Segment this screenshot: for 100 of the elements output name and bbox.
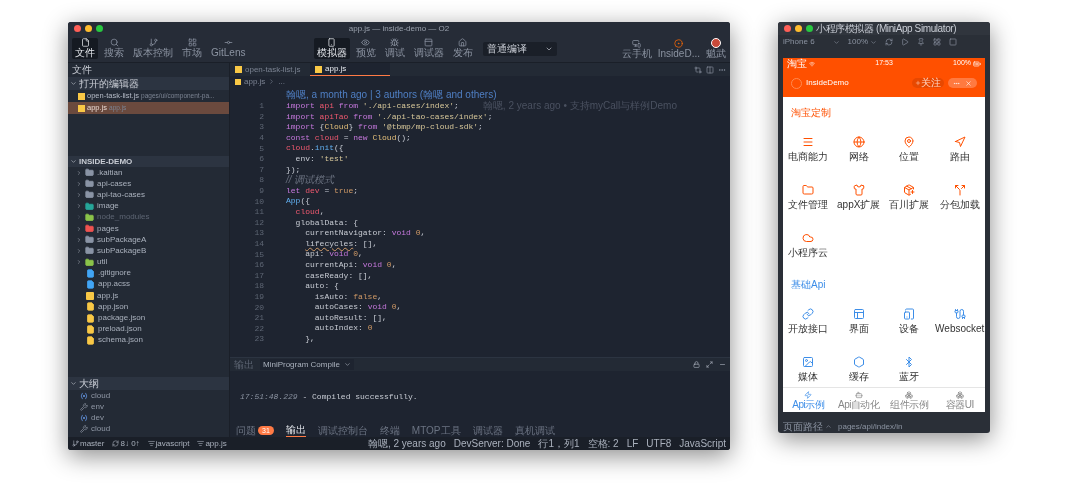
file-tree-item[interactable]: .gitignore (68, 267, 229, 279)
device-dropdown[interactable]: iPhone 6 (783, 36, 840, 48)
file-tree-item[interactable]: api-tao-cases (68, 189, 229, 201)
close-button[interactable] (74, 25, 81, 32)
file-tree-item[interactable]: subPackageB (68, 245, 229, 257)
file-name: pages (97, 222, 119, 235)
toolbar-button[interactable]: 调试 (381, 38, 408, 59)
file-tree-item[interactable]: .kaitian (68, 167, 229, 179)
toolbar-button[interactable]: 调试器 (410, 38, 447, 59)
compare-icon[interactable] (694, 66, 702, 74)
status-item[interactable]: 翰嗯, 2 years ago (367, 438, 446, 449)
status-item[interactable]: DevServer: Done (453, 438, 531, 449)
branch-status[interactable]: master (72, 439, 105, 448)
api-tile[interactable]: 开放接口 (783, 297, 834, 345)
api-tile[interactable]: 界面 (833, 297, 884, 345)
close-button[interactable] (784, 25, 791, 32)
file-tree-item[interactable]: pages (68, 222, 229, 235)
zoom-button[interactable] (806, 25, 813, 32)
zoom-dropdown[interactable]: 100% (847, 36, 878, 48)
tab-bar-item[interactable]: 组件示例 (884, 388, 935, 412)
file-tree-item[interactable]: app.js (68, 290, 229, 302)
file-tree-item[interactable]: package.json (68, 312, 229, 324)
play-icon[interactable] (901, 38, 910, 46)
file-tree-item[interactable]: preload.json (68, 323, 229, 335)
refresh-icon[interactable] (885, 38, 894, 46)
api-tile[interactable]: 设备 (884, 297, 935, 345)
api-tile[interactable]: appX扩展 (833, 173, 884, 221)
toolbar-button[interactable]: GitLens (208, 38, 249, 59)
breadcrumb-item[interactable]: ... (278, 75, 286, 88)
toolbar-button[interactable]: 版本控制 (130, 38, 176, 59)
file-tree-item[interactable]: api-cases (68, 178, 229, 190)
log-line: 17:51:48.229 - Compiled successfully. (240, 392, 418, 401)
status-item[interactable]: UTF8 (646, 438, 672, 449)
file-name: schema.json (98, 334, 143, 347)
split-editor-icon[interactable] (706, 66, 714, 74)
tab-bar-item[interactable]: 容器UI (934, 388, 985, 412)
status-item[interactable]: 行1，列1 (538, 438, 580, 449)
compile-mode-dropdown[interactable]: 普通编译 (482, 41, 557, 56)
grid-icon[interactable] (933, 38, 942, 46)
language-status[interactable]: javascript (147, 439, 190, 448)
api-tile[interactable]: 百川扩展 (884, 173, 935, 221)
toolbar-button[interactable]: InsideD... (657, 38, 700, 60)
editor-tab[interactable]: app.js (310, 63, 390, 76)
toolbar-button[interactable]: 预览 (352, 38, 379, 59)
minimize-button[interactable] (795, 25, 802, 32)
section-header[interactable]: INSIDE-DEMO (68, 156, 229, 167)
api-tile[interactable]: 媒体 (783, 345, 834, 387)
blame-annotation[interactable]: 翰嗯, a month ago | 3 authors (翰嗯 and others) (286, 89, 497, 101)
api-tile[interactable]: 路由 (934, 125, 985, 173)
tab-bar-item[interactable]: Api自动化 (833, 388, 884, 412)
window-icon[interactable] (949, 38, 958, 46)
list-icon (197, 440, 205, 447)
toolbar-button[interactable]: 文件 (72, 38, 98, 59)
breadcrumb-item[interactable]: app.js (244, 75, 266, 88)
api-tile[interactable]: 小程序云 (783, 221, 834, 269)
api-tile[interactable]: 分包加载 (934, 173, 985, 221)
sync-status[interactable]: 8↓ 0↑ (112, 439, 140, 448)
lock-icon[interactable] (693, 361, 700, 368)
more-icon[interactable] (718, 66, 726, 74)
code-line: // 调试模式 (286, 174, 335, 187)
api-tile[interactable]: 网络 (833, 125, 884, 173)
status-item[interactable]: LF (626, 438, 639, 449)
toolbar-button[interactable]: 魈武 (706, 37, 726, 60)
api-tile[interactable]: 位置 (884, 125, 935, 173)
outline-item[interactable]: cloud (68, 390, 229, 401)
minimize-icon[interactable] (719, 361, 726, 368)
zoom-button[interactable] (96, 25, 103, 32)
api-tile[interactable]: Websocket (934, 297, 985, 345)
file-tree-item[interactable]: app.acss (68, 278, 229, 291)
minimize-button[interactable] (85, 25, 92, 32)
outline-item[interactable]: env (68, 401, 229, 412)
file-tree-item[interactable]: app.json (68, 301, 229, 313)
maximize-icon[interactable] (706, 361, 713, 368)
toolbar-button[interactable]: 发布 (449, 38, 476, 59)
file-tree-item[interactable]: util (68, 256, 229, 268)
toolbar-button[interactable]: 市场 (179, 38, 205, 59)
outline-item[interactable]: dev (68, 412, 229, 423)
api-tile[interactable]: 缓存 (833, 345, 884, 387)
section-header[interactable]: 大纲 (68, 377, 229, 390)
toolbar-button[interactable]: 搜索 (101, 38, 127, 59)
code-line: autoResult: [], (313, 312, 387, 324)
channel-dropdown[interactable]: MiniProgram Compile (260, 359, 354, 370)
tab-bar-item[interactable]: Api示例 (783, 388, 834, 412)
api-tile[interactable]: 蓝牙 (884, 345, 935, 387)
file-tree-item[interactable]: image (68, 200, 229, 212)
editor-tab[interactable]: open-task-list.js (230, 63, 310, 76)
status-item[interactable]: 空格: 2 (587, 438, 619, 449)
toolbar-button[interactable]: 模拟器 (313, 38, 350, 59)
status-item[interactable]: JavaScript (679, 438, 726, 449)
section-header[interactable]: 打开的编辑器 (68, 77, 229, 90)
pin-icon[interactable] (917, 38, 926, 46)
file-status[interactable]: app.js (197, 439, 227, 448)
file-tree-item[interactable]: subPackageA (68, 234, 229, 246)
api-tile[interactable]: 电商能力 (783, 125, 834, 173)
outline-item[interactable]: cloud (68, 423, 229, 434)
file-tree-item[interactable]: schema.json (68, 334, 229, 346)
api-tile[interactable]: 文件管理 (783, 173, 834, 221)
file-icon (80, 38, 90, 47)
close-icon[interactable] (965, 79, 972, 87)
toolbar-button[interactable]: 云手机 (621, 38, 652, 60)
